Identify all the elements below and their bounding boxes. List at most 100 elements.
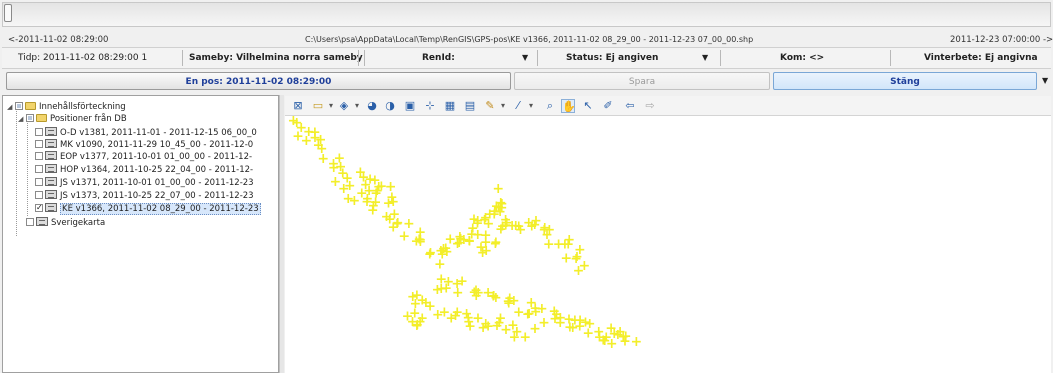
- time-start-label: <-2011-11-02 08:29:00: [8, 35, 109, 45]
- collapse-arrow-icon[interactable]: ◢: [18, 113, 26, 125]
- separator: [182, 50, 183, 66]
- layer-label: EOP v1377, 2011-10-01 01_00_00 - 2011-12…: [60, 152, 253, 162]
- sameby-label: Sameby: Vilhelmina norra sameby: [189, 53, 363, 63]
- table-icon[interactable]: ▣: [403, 99, 417, 113]
- table-of-contents-panel: ◢ Innehållsförteckning ◢ Positioner från D…: [2, 95, 279, 373]
- layer-add-icon[interactable]: ◈: [337, 99, 351, 113]
- layer-icon: [45, 164, 57, 173]
- toc-group-label: Positioner från DB: [50, 114, 127, 124]
- measure-icon[interactable]: ⊹: [423, 99, 437, 113]
- layer-icon: [45, 190, 57, 199]
- layer-item-selected[interactable]: KE v1366, 2011-11-02 08_29_00 - 2011-12-…: [35, 202, 261, 215]
- layer-label: JS v1371, 2011-10-01 01_00_00 - 2011-12-…: [60, 178, 254, 188]
- layer-icon: [45, 139, 57, 148]
- gps-point-marker: +: [470, 288, 482, 304]
- more-dropdown-icon[interactable]: ▼: [1042, 71, 1048, 91]
- layer-label: O-D v1381, 2011-11-01 - 2011-12-15 06_00…: [60, 128, 257, 138]
- layer-icon: [45, 127, 57, 136]
- collapse-arrow-icon[interactable]: ◢: [7, 101, 15, 113]
- toc-root[interactable]: ◢ Innehållsförteckning: [7, 101, 126, 113]
- status-dropdown-icon[interactable]: ▼: [702, 48, 708, 68]
- forward-icon[interactable]: ⇨: [643, 99, 657, 113]
- dropdown-icon[interactable]: ▾: [499, 99, 507, 113]
- edit-icon[interactable]: ✐: [601, 99, 615, 113]
- layer-item[interactable]: MK v1090, 2011-11-29 10_45_00 - 2011-12-…: [35, 139, 253, 151]
- vinterbete-label: Vinterbete: Ej angivna: [924, 53, 1038, 63]
- layer-checkbox[interactable]: [35, 140, 43, 148]
- kom-label: Kom: <>: [780, 53, 825, 63]
- status-label[interactable]: Status: Ej angiven: [566, 48, 658, 68]
- layer-checkbox[interactable]: [35, 152, 43, 160]
- pie-icon[interactable]: ◑: [383, 99, 397, 113]
- time-slider-track[interactable]: [2, 2, 1051, 27]
- gps-point-marker: +: [480, 316, 492, 332]
- layer-checkbox[interactable]: [35, 191, 43, 199]
- zoom-full-icon[interactable]: ⊠: [291, 99, 305, 113]
- time-slider-thumb[interactable]: [4, 4, 12, 22]
- close-button[interactable]: Stäng: [773, 72, 1037, 90]
- theme-icon[interactable]: ◕: [365, 99, 379, 113]
- gps-points-layer: +++++++++++++ ++++++++++++++++ ++++++ ++ +++…: [288, 116, 643, 352]
- layer-checkbox[interactable]: [35, 178, 43, 186]
- gps-point-marker: +: [367, 203, 379, 219]
- layer-label: KE v1366, 2011-11-02 08_29_00 - 2011-12-…: [60, 203, 261, 215]
- renid-label: RenId:: [422, 53, 455, 63]
- action-bar: En pos: 2011-11-02 08:29:00 Spara Stäng …: [2, 71, 1051, 93]
- gps-point-marker: +: [487, 289, 499, 305]
- separator: [720, 50, 721, 66]
- layer-item[interactable]: EOP v1377, 2011-10-01 01_00_00 - 2011-12…: [35, 151, 252, 163]
- dropdown-icon[interactable]: ▾: [327, 99, 335, 113]
- separator: [537, 50, 538, 66]
- dropdown-icon[interactable]: ▾: [353, 99, 361, 113]
- folder-icon: [36, 114, 47, 122]
- basemap-label: Sverigekarta: [51, 218, 106, 228]
- layer-item[interactable]: HOP v1364, 2011-10-25 22_04_00 - 2011-12…: [35, 164, 253, 176]
- gps-point-marker: +: [373, 179, 385, 195]
- paint-icon[interactable]: ✎: [483, 99, 497, 113]
- gps-point-marker: +: [495, 195, 507, 211]
- draw-line-icon[interactable]: ⁄: [511, 99, 525, 113]
- layer-label: HOP v1364, 2011-10-25 22_04_00 - 2011-12…: [60, 165, 254, 175]
- panel-splitter[interactable]: [279, 95, 284, 373]
- layer-checkbox[interactable]: [35, 128, 43, 136]
- checkbox[interactable]: [15, 102, 23, 110]
- gps-point-marker: +: [411, 318, 423, 334]
- gps-point-marker: +: [492, 181, 504, 197]
- save-map-icon[interactable]: ▤: [463, 99, 477, 113]
- select-icon[interactable]: ↖: [581, 99, 595, 113]
- tidp-label: Tidp: 2011-11-02 08:29:00 1: [18, 53, 148, 63]
- gps-point-marker: +: [593, 324, 605, 340]
- save-button[interactable]: Spara: [514, 72, 770, 90]
- checkbox[interactable]: [26, 114, 34, 122]
- layer-icon: [45, 203, 57, 212]
- pan-icon[interactable]: ✋: [561, 99, 576, 113]
- grid-icon[interactable]: ▦: [443, 99, 457, 113]
- info-bar: Tidp: 2011-11-02 08:29:00 1 Sameby: Vilh…: [2, 47, 1051, 69]
- open-folder-icon[interactable]: ▭: [311, 99, 325, 113]
- layer-icon: [36, 217, 48, 226]
- layer-item-basemap[interactable]: Sverigekarta: [18, 217, 105, 229]
- renid-dropdown-icon[interactable]: ▼: [522, 48, 528, 68]
- layer-item[interactable]: JS v1371, 2011-10-01 01_00_00 - 2011-12-…: [35, 177, 254, 189]
- file-path-label: C:\Users\psa\AppData\Local\Temp\RenGIS\G…: [305, 35, 754, 44]
- map-canvas[interactable]: +++++++++++++ ++++++++++++++++ ++++++ ++ +++…: [285, 116, 1051, 373]
- toc-group[interactable]: ◢ Positioner från DB: [18, 113, 127, 125]
- gps-point-marker: +: [398, 228, 410, 244]
- gps-point-marker: +: [529, 321, 541, 337]
- back-icon[interactable]: ⇦: [623, 99, 637, 113]
- zoom-in-icon[interactable]: ⌕: [543, 99, 557, 113]
- en-pos-button[interactable]: En pos: 2011-11-02 08:29:00: [6, 72, 511, 90]
- dropdown-icon[interactable]: ▾: [527, 99, 535, 113]
- toc-root-label: Innehållsförteckning: [39, 102, 126, 112]
- gps-point-marker: +: [631, 334, 643, 350]
- layer-checkbox[interactable]: [35, 165, 43, 173]
- separator: [890, 50, 891, 66]
- layer-checkbox-checked[interactable]: [35, 202, 43, 214]
- layer-item[interactable]: O-D v1381, 2011-11-01 - 2011-12-15 06_00…: [35, 127, 257, 139]
- layer-item[interactable]: JS v1373, 2011-10-25 22_07_00 - 2011-12-…: [35, 190, 254, 202]
- map-toolbar: ⊠ ▭ ▾ ◈ ▾ ◕ ◑ ▣ ⊹ ▦ ▤ ✎ ▾ ⁄ ▾ ⌕ ✋ ↖ ✐ ⇦ …: [285, 96, 1051, 116]
- layer-checkbox[interactable]: [26, 218, 34, 226]
- gps-point-marker: +: [573, 263, 585, 279]
- layer-label: MK v1090, 2011-11-29 10_45_00 - 2011-12-…: [60, 140, 254, 150]
- time-end-label: 2011-12-23 07:00:00 ->: [950, 35, 1053, 45]
